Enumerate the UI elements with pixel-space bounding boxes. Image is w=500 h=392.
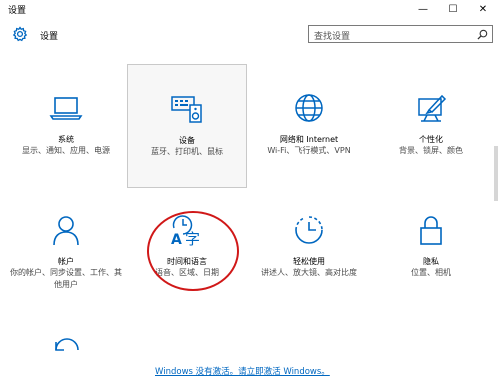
tile-network[interactable]: 网络和 Internet Wi-Fi、飞行模式、VPN: [249, 64, 369, 188]
maximize-button[interactable]: ☐: [442, 0, 464, 19]
activation-link[interactable]: Windows 没有激活。请立即激活 Windows。: [155, 365, 330, 377]
minimize-button[interactable]: —: [412, 0, 434, 19]
tile-network-desc: Wi-Fi、飞行模式、VPN: [267, 146, 351, 155]
lock-icon: [420, 216, 442, 245]
window-title: 设置: [8, 6, 27, 16]
tile-ease-of-access-desc: 讲述人、放大镜、高对比度: [261, 268, 357, 277]
tile-personalization[interactable]: 个性化 背景、锁屏、颜色: [371, 64, 491, 188]
tile-accounts-name: 帐户: [58, 257, 74, 266]
tile-network-name: 网络和 Internet: [279, 135, 339, 144]
person-icon: [53, 216, 79, 246]
tile-accounts-desc: 你的帐户、同步设置、工作、其他用户: [10, 268, 122, 289]
search-icon[interactable]: [477, 29, 488, 40]
tile-ease-of-access-name: 轻松使用: [293, 257, 325, 266]
tile-system-desc: 显示、通知、应用、电源: [22, 146, 110, 155]
highlight-circle: [147, 211, 239, 291]
ease-of-access-icon: [295, 216, 323, 244]
tile-privacy-name: 隐私: [423, 257, 439, 266]
gear-icon: [12, 26, 28, 42]
tile-accounts[interactable]: 帐户 你的帐户、同步设置、工作、其他用户: [6, 186, 126, 310]
tile-devices[interactable]: 设备 蓝牙、打印机、鼠标: [127, 64, 247, 188]
close-button[interactable]: ✕: [472, 0, 494, 19]
search-placeholder: 查找设置: [314, 32, 351, 42]
tile-personalization-name: 个性化: [419, 135, 443, 144]
tile-personalization-desc: 背景、锁屏、颜色: [399, 146, 463, 155]
update-icon[interactable]: [50, 332, 82, 354]
tile-system[interactable]: 系统 显示、通知、应用、电源: [6, 64, 126, 188]
page-title: 设置: [40, 32, 59, 42]
keyboard-speaker-icon: [171, 96, 202, 123]
scrollbar[interactable]: [492, 51, 500, 392]
tile-devices-desc: 蓝牙、打印机、鼠标: [151, 147, 223, 156]
title-bar: 设置 — ☐ ✕: [0, 0, 500, 19]
tile-privacy[interactable]: 隐私 位置、相机: [371, 186, 491, 310]
tile-ease-of-access[interactable]: 轻松使用 讲述人、放大镜、高对比度: [249, 186, 369, 310]
laptop-icon: [49, 97, 83, 120]
paint-icon: [418, 94, 447, 122]
tile-devices-name: 设备: [179, 136, 195, 145]
globe-icon: [295, 94, 323, 122]
tile-system-name: 系统: [58, 135, 74, 144]
tile-privacy-desc: 位置、相机: [411, 268, 451, 277]
scrollbar-thumb[interactable]: [494, 146, 498, 201]
search-input[interactable]: 查找设置: [308, 25, 493, 43]
